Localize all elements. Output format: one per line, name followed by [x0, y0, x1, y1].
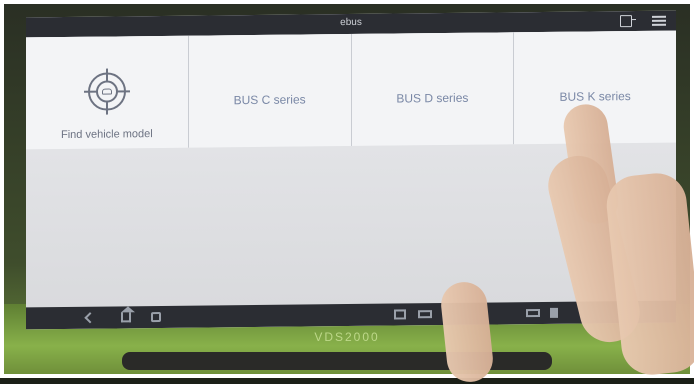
tile-label: BUS C series	[233, 92, 306, 108]
window-title: ebus	[340, 16, 362, 29]
menu-icon[interactable]	[652, 15, 666, 27]
car-icon	[101, 88, 112, 95]
back-icon[interactable]	[84, 312, 96, 324]
tile-label: Find vehicle model	[61, 128, 153, 142]
tile-bus-c-series[interactable]: BUS C series	[188, 33, 352, 148]
home-icon[interactable]	[121, 312, 131, 323]
exit-icon[interactable]	[620, 15, 632, 28]
screenshot-icon[interactable]	[394, 309, 406, 320]
tile-find-vehicle-model[interactable]: Find vehicle model	[26, 35, 189, 150]
sd-card-icon	[550, 307, 558, 318]
recent-apps-icon[interactable]	[151, 311, 161, 323]
tile-label: BUS K series	[559, 89, 631, 104]
target-icon	[87, 72, 126, 111]
tile-bus-d-series[interactable]: BUS D series	[351, 32, 515, 146]
tile-label: BUS D series	[396, 90, 469, 106]
keyboard-icon[interactable]	[418, 310, 432, 319]
battery-icon	[526, 309, 540, 318]
tablet-device: ebus Find vehicle model BUS C series BUS…	[0, 0, 694, 384]
